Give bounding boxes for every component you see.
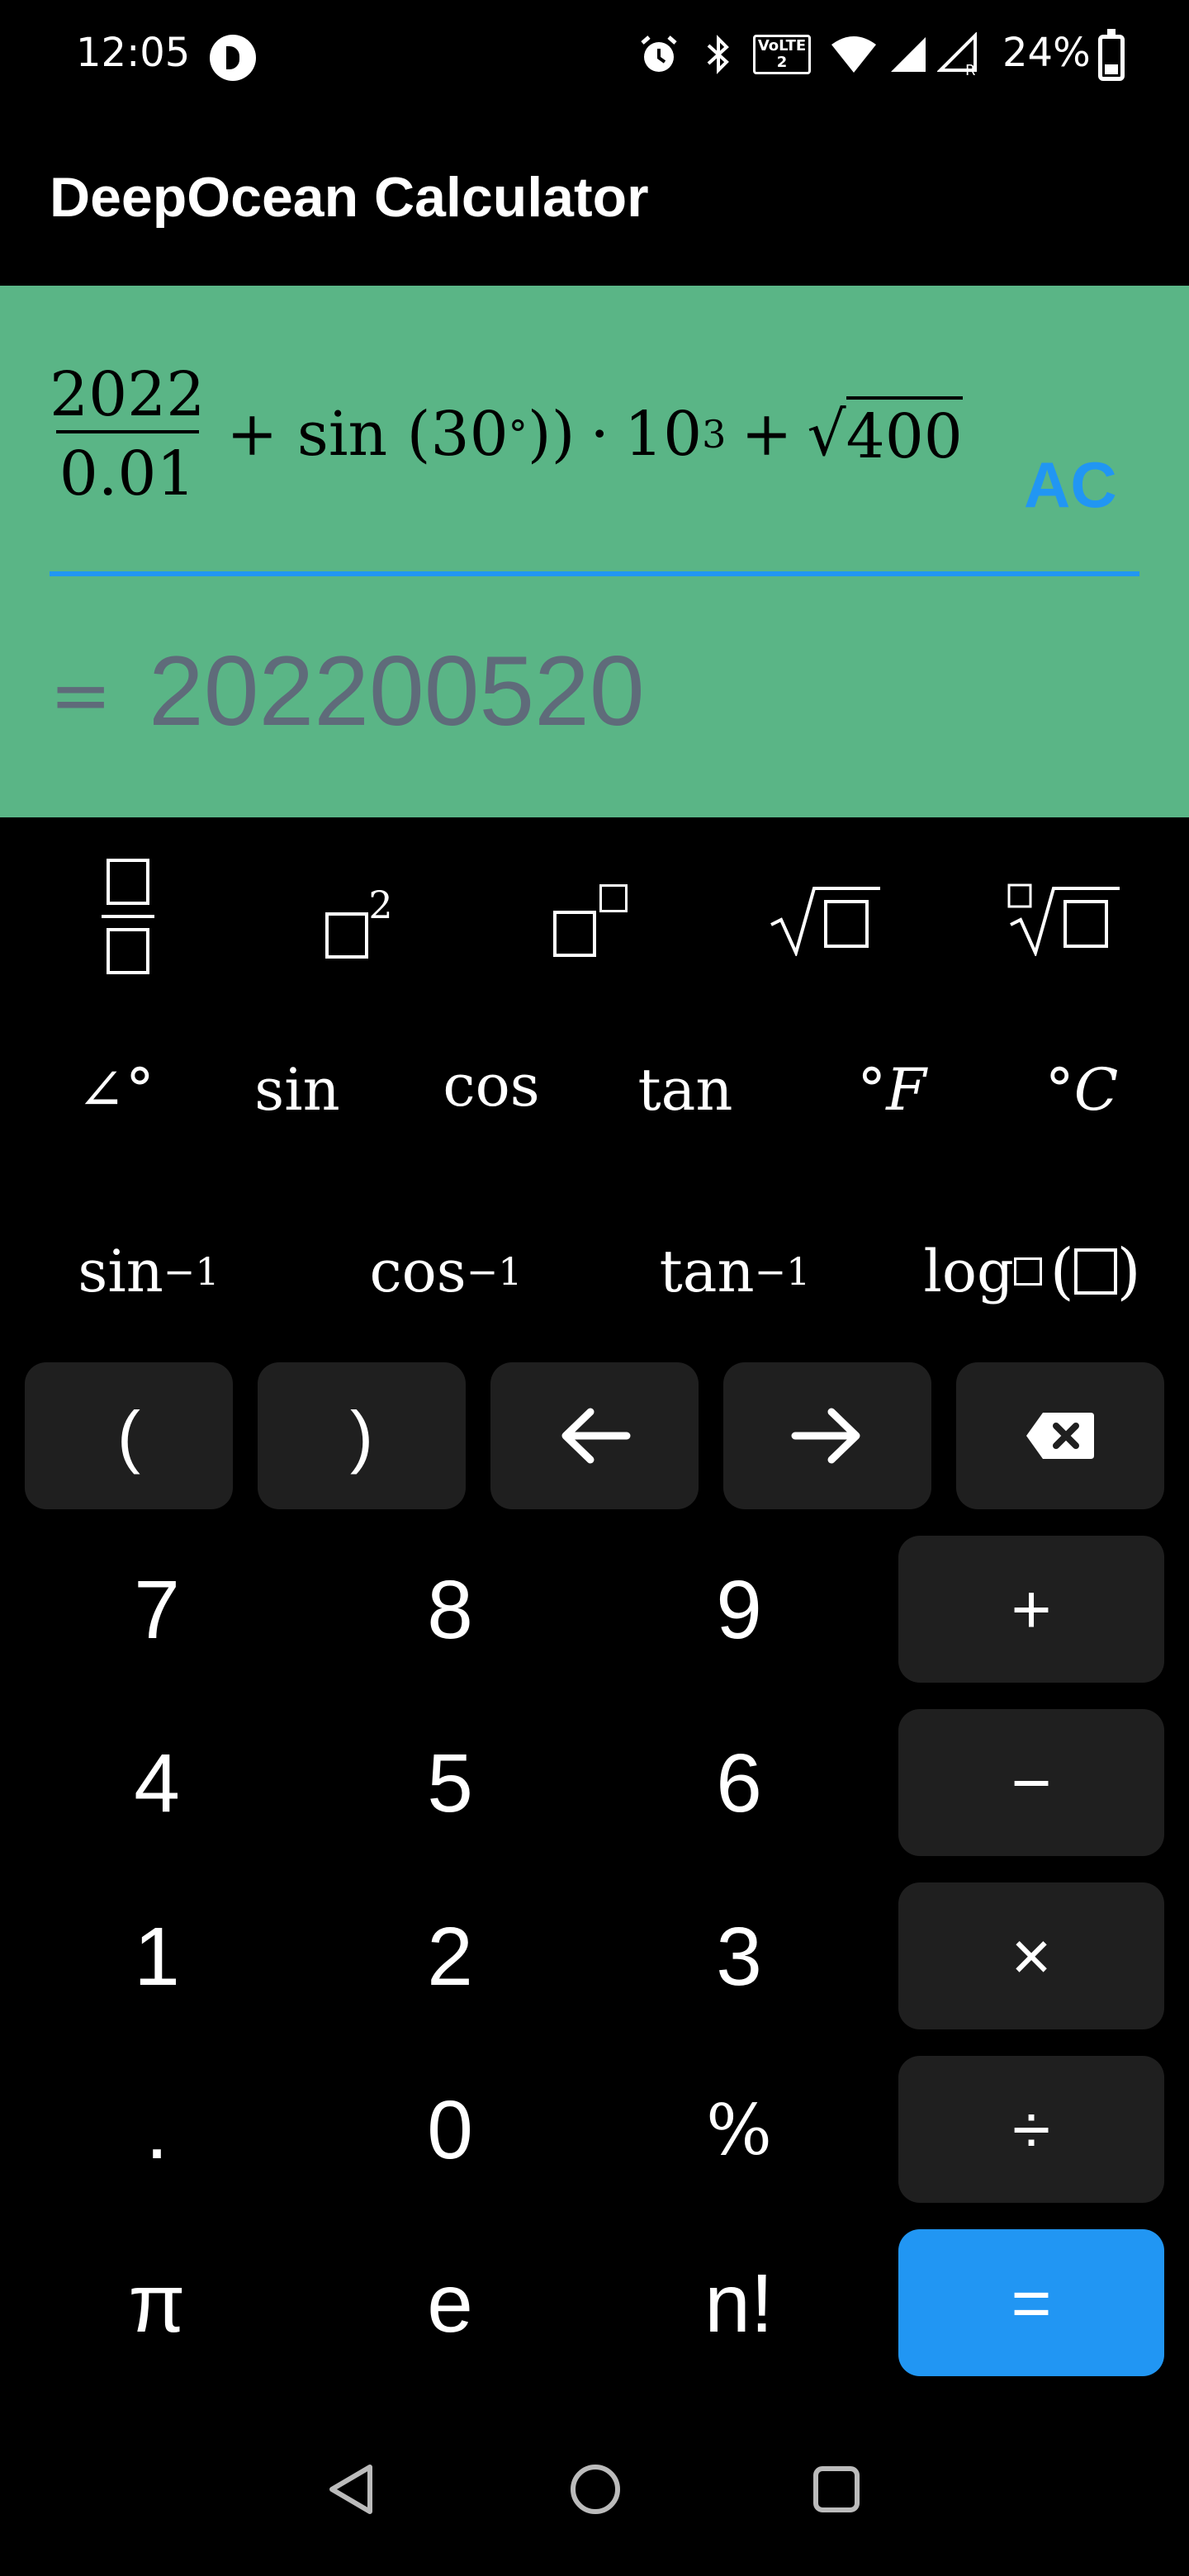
plus-key[interactable]: + (898, 1536, 1164, 1683)
volte-label: VoLTE 2 (752, 35, 812, 74)
key-pi[interactable]: π (74, 2237, 239, 2370)
backspace-icon (1026, 1413, 1094, 1459)
multiply-dot: · (590, 399, 609, 470)
key-2[interactable]: 2 (367, 1891, 533, 2023)
expr-close-parens: )) (527, 399, 576, 470)
key-7[interactable]: 7 (74, 1544, 239, 1676)
arrow-right-icon (791, 1408, 860, 1464)
wifi-icon (829, 31, 879, 78)
expression-input[interactable]: 2022 0.01 + sin (30 ° )) · 10 3 + √ 400 (46, 359, 1004, 509)
bluetooth-icon (695, 31, 741, 78)
key-8[interactable]: 8 (367, 1544, 533, 1676)
tan-button[interactable]: tan (619, 1040, 751, 1139)
key-4[interactable]: 4 (74, 1717, 239, 1849)
cursor-right-key[interactable] (723, 1362, 931, 1509)
square-template-icon: 2 (325, 882, 393, 959)
plus-sign: + (741, 399, 793, 470)
sqrt-template-icon (768, 882, 883, 959)
key-e[interactable]: e (367, 2237, 533, 2370)
arcsin-button[interactable]: sin −1 (50, 1222, 248, 1321)
nth-root-template-button[interactable] (999, 859, 1131, 983)
back-icon[interactable] (324, 2460, 381, 2522)
cos-button[interactable]: cos (425, 1036, 557, 1135)
arcsin-exponent: −1 (163, 1249, 220, 1294)
degree-symbol: ° (508, 412, 528, 457)
power-base: 10 (624, 399, 703, 470)
clock: 12:05 (76, 30, 191, 76)
all-clear-button[interactable]: AC (1024, 447, 1117, 523)
sqrt-template-button[interactable] (760, 859, 892, 983)
expr-sin-part: + sin (30 (226, 399, 509, 470)
alarm-icon (636, 31, 682, 78)
open-paren-label: ( (117, 1396, 140, 1475)
result-equals-sign: = (50, 652, 112, 739)
battery-percentage: 24% (1002, 30, 1091, 76)
signal-icon (885, 31, 931, 78)
key-5[interactable]: 5 (367, 1717, 533, 1849)
open-paren-key[interactable]: ( (25, 1362, 233, 1509)
fraction-denominator: 0.01 (55, 430, 199, 509)
sin-button[interactable]: sin (231, 1040, 363, 1139)
volte-icon: VoLTE 2 (752, 31, 812, 78)
log-label: log (923, 1238, 1014, 1305)
sqrt-argument: 400 (846, 396, 963, 472)
key-percent[interactable]: % (656, 2064, 822, 2196)
home-icon[interactable] (566, 2460, 624, 2522)
log-base-button[interactable]: log() (900, 1222, 1164, 1321)
arrow-left-icon (561, 1408, 631, 1464)
arccos-button[interactable]: cos −1 (347, 1222, 545, 1321)
power-template-icon (553, 884, 628, 957)
angle-degree-button[interactable]: ∠° (50, 1040, 182, 1139)
fraction-template-icon (102, 859, 154, 974)
key-9[interactable]: 9 (656, 1544, 822, 1676)
calculator-display: 2022 0.01 + sin (30 ° )) · 10 3 + √ 400 … (0, 286, 1189, 817)
app-notification-icon (210, 35, 256, 81)
result-value: 202200520 (149, 636, 645, 746)
arctan-exponent: −1 (754, 1249, 811, 1294)
minus-key[interactable]: − (898, 1709, 1164, 1856)
arctan-button[interactable]: tan −1 (636, 1222, 834, 1321)
backspace-key[interactable] (956, 1362, 1164, 1509)
equals-key[interactable]: = (898, 2229, 1164, 2376)
square-exponent: 2 (368, 882, 393, 927)
cursor-left-key[interactable] (490, 1362, 699, 1509)
arccos-exponent: −1 (466, 1249, 523, 1294)
arccos-label: cos (369, 1238, 467, 1305)
status-bar: 12:05 VoLTE 2 R 24% (0, 0, 1189, 112)
sqrt-sign: √ (807, 399, 846, 470)
key-3[interactable]: 3 (656, 1891, 822, 2023)
input-underline (50, 571, 1139, 576)
signal-roaming-icon: R (936, 31, 983, 78)
power-template-button[interactable] (528, 859, 652, 983)
fraction: 2022 0.01 (46, 359, 208, 509)
square-template-button[interactable]: 2 (297, 859, 421, 983)
arctan-label: tan (659, 1238, 755, 1305)
key-0[interactable]: 0 (367, 2064, 533, 2196)
power-exponent: 3 (702, 412, 727, 457)
celsius-button[interactable]: °C (1016, 1040, 1148, 1139)
fraction-template-button[interactable] (66, 834, 190, 999)
key-1[interactable]: 1 (74, 1891, 239, 2023)
key-decimal[interactable]: . (74, 2064, 239, 2196)
close-paren-key[interactable]: ) (258, 1362, 466, 1509)
key-factorial[interactable]: n! (656, 2237, 822, 2370)
recents-icon[interactable] (808, 2460, 865, 2522)
multiply-key[interactable]: × (898, 1882, 1164, 2029)
fahrenheit-button[interactable]: °F (826, 1040, 958, 1139)
key-6[interactable]: 6 (656, 1717, 822, 1849)
divide-key[interactable]: ÷ (898, 2056, 1164, 2203)
close-paren-label: ) (350, 1396, 373, 1475)
app-bar: DeepOcean Calculator (0, 112, 1189, 286)
arcsin-label: sin (78, 1238, 163, 1305)
svg-text:R: R (965, 62, 976, 77)
battery-charging-icon (1098, 29, 1125, 81)
app-title: DeepOcean Calculator (50, 166, 649, 229)
nth-root-template-icon (1007, 882, 1123, 959)
fraction-numerator: 2022 (50, 359, 206, 430)
